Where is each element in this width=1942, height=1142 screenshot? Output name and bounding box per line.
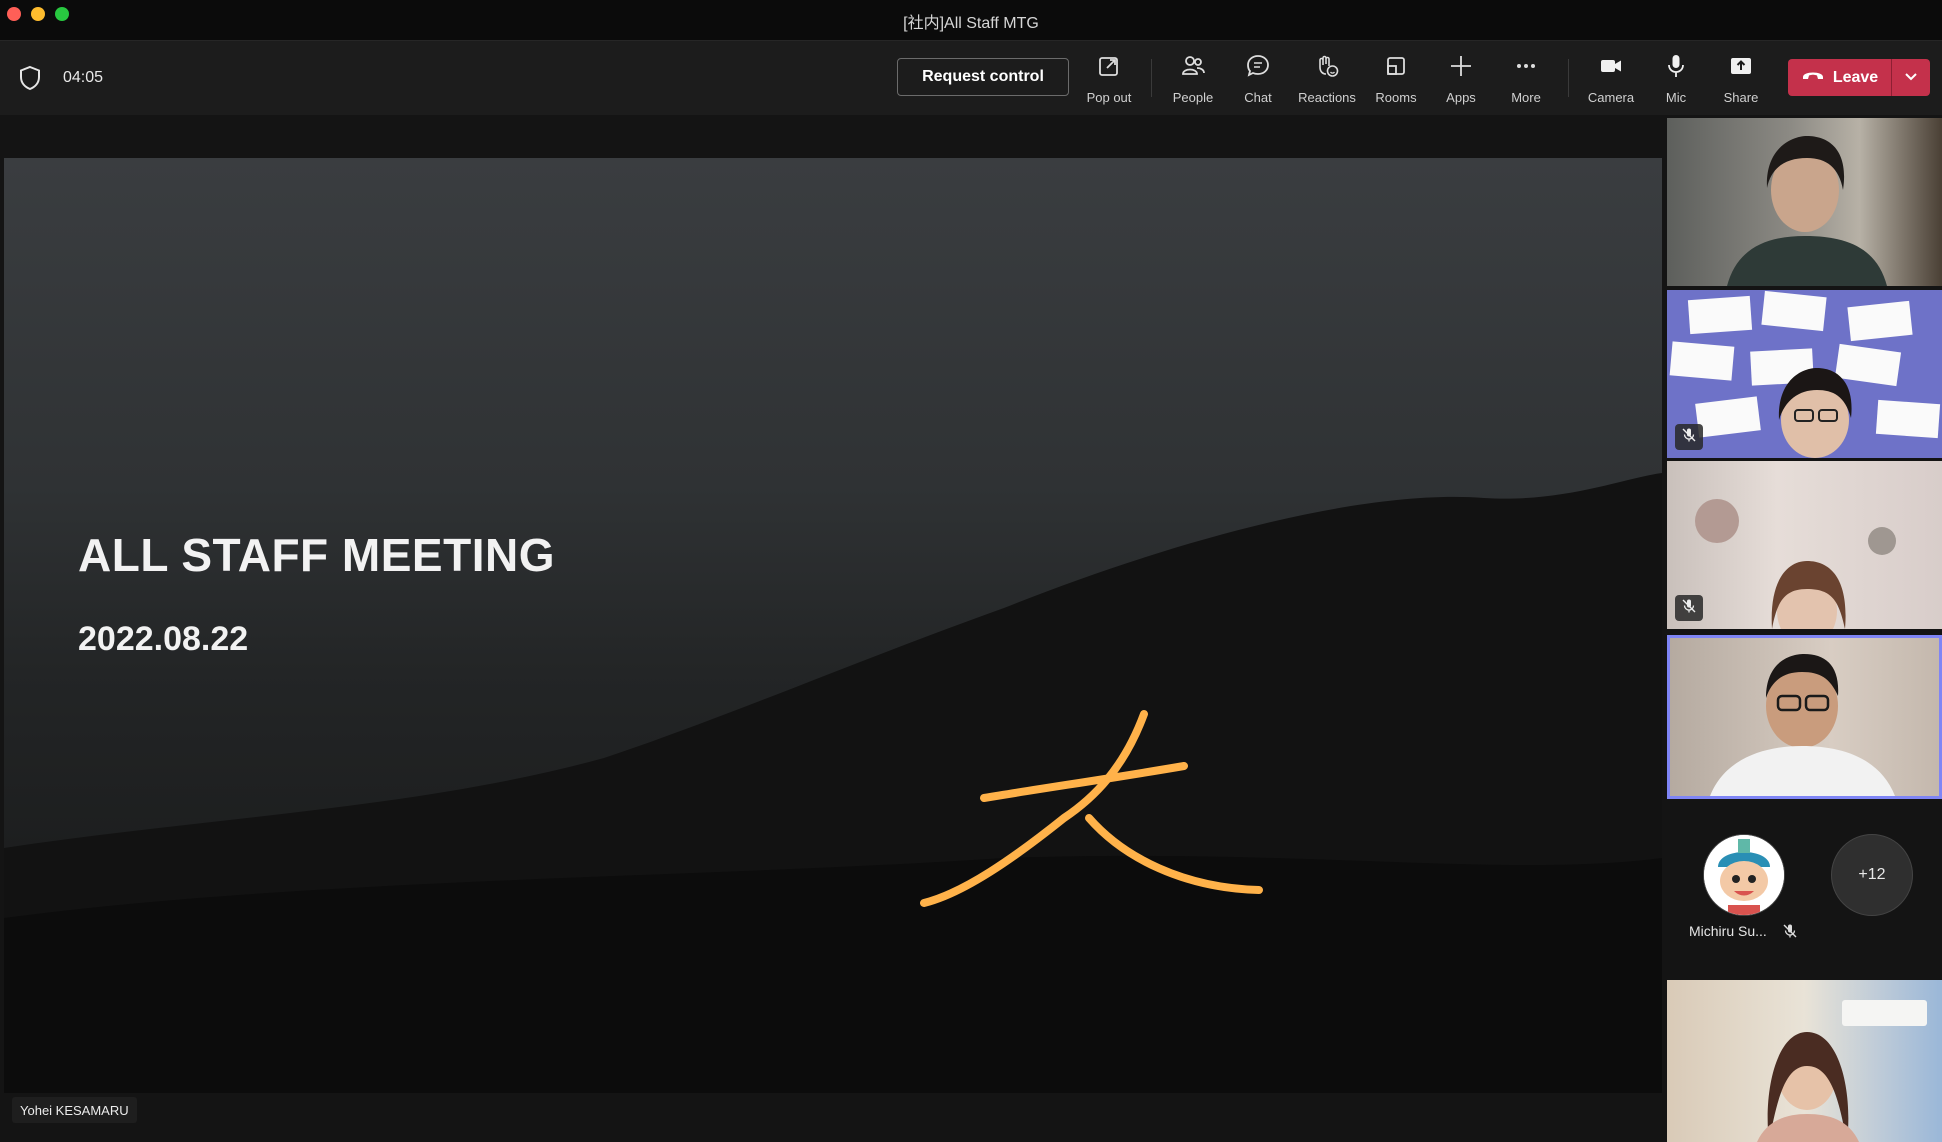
share-icon — [1728, 53, 1754, 84]
mic-icon — [1663, 53, 1689, 84]
pop-out-button[interactable]: Pop out — [1077, 53, 1141, 109]
share-label: Share — [1723, 90, 1759, 105]
reactions-button[interactable]: Reactions — [1295, 53, 1359, 109]
mountain-fire-image — [4, 473, 1662, 1093]
participant-name: Michiru Su... — [1689, 923, 1767, 939]
mic-button[interactable]: Mic — [1644, 53, 1708, 109]
avatar[interactable] — [1703, 834, 1785, 916]
apps-button[interactable]: Apps — [1429, 53, 1493, 109]
plus-icon — [1448, 53, 1474, 84]
rooms-icon — [1383, 53, 1409, 84]
chat-label: Chat — [1244, 90, 1272, 105]
meeting-toolbar: 04:05 Request control Pop out People Cha… — [0, 41, 1942, 115]
window-title-bar: [社内]All Staff MTG — [0, 0, 1942, 41]
more-button[interactable]: More — [1494, 53, 1558, 109]
cartoon-avatar-image — [1704, 835, 1784, 915]
participant-video-tile[interactable] — [1667, 118, 1942, 286]
toolbar-divider — [1568, 59, 1569, 97]
apps-label: Apps — [1446, 90, 1476, 105]
rooms-label: Rooms — [1375, 90, 1417, 105]
participant-video-tile[interactable] — [1667, 461, 1942, 629]
rooms-button[interactable]: Rooms — [1364, 53, 1428, 109]
chat-button[interactable]: Chat — [1226, 53, 1290, 109]
pop-out-label: Pop out — [1086, 90, 1132, 105]
pop-out-icon — [1096, 53, 1122, 84]
people-icon — [1180, 53, 1206, 84]
request-control-button[interactable]: Request control — [897, 58, 1069, 96]
shield-icon[interactable] — [18, 65, 42, 96]
leave-label: Leave — [1832, 68, 1879, 86]
participant-video — [1710, 654, 1895, 796]
active-speaker-video-tile[interactable] — [1667, 635, 1942, 799]
shared-screen[interactable]: ALL STAFF MEETING 2022.08.22 — [4, 158, 1662, 1093]
people-button[interactable]: People — [1161, 53, 1225, 109]
leave-button-group: Leave — [1788, 59, 1930, 96]
participant-video — [1695, 499, 1896, 629]
participant-video-tile[interactable] — [1667, 980, 1942, 1142]
participant-video — [1757, 1000, 1927, 1142]
more-icon — [1513, 53, 1539, 84]
slide-title: ALL STAFF MEETING — [78, 529, 555, 581]
presenter-name-tag: Yohei KESAMARU — [12, 1097, 137, 1123]
camera-label: Camera — [1587, 90, 1635, 105]
share-button[interactable]: Share — [1709, 53, 1773, 109]
mic-off-icon — [1681, 598, 1697, 619]
hang-up-icon — [1801, 68, 1825, 87]
toolbar-divider — [1151, 59, 1152, 97]
reactions-label: Reactions — [1298, 90, 1356, 105]
camera-icon — [1598, 53, 1624, 84]
participant-video — [1778, 368, 1852, 458]
muted-badge — [1675, 595, 1703, 621]
participant-video-tile[interactable] — [1667, 290, 1942, 458]
leave-options-button[interactable] — [1892, 59, 1930, 96]
muted-badge — [1675, 424, 1703, 450]
mic-off-icon — [1681, 427, 1697, 448]
window-title: [社内]All Staff MTG — [903, 15, 1039, 32]
slide-date: 2022.08.22 — [78, 620, 249, 658]
chat-icon — [1245, 53, 1271, 84]
more-participants-button[interactable]: +12 — [1831, 834, 1913, 916]
more-label: More — [1511, 90, 1541, 105]
people-label: People — [1172, 90, 1214, 105]
participant-video — [1727, 136, 1887, 286]
mic-off-icon — [1782, 923, 1798, 944]
chevron-down-icon — [1904, 69, 1918, 87]
meeting-timer: 04:05 — [63, 69, 104, 86]
reactions-icon — [1314, 53, 1340, 84]
mic-label: Mic — [1665, 90, 1687, 105]
leave-button[interactable]: Leave — [1788, 59, 1891, 96]
camera-button[interactable]: Camera — [1579, 53, 1643, 109]
